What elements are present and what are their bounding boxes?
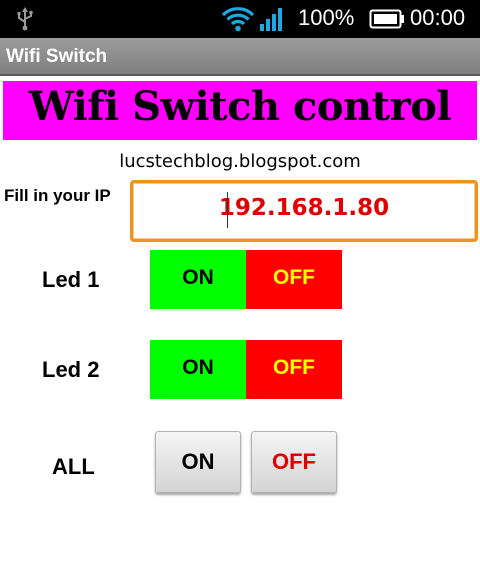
led2-label: Led 2 <box>42 357 100 382</box>
ip-field[interactable] <box>130 180 478 242</box>
ip-input[interactable] <box>133 183 475 239</box>
banner-text: Wifi Switch control <box>28 83 452 130</box>
usb-icon <box>17 7 33 31</box>
led2-off-button[interactable]: OFF <box>246 340 342 399</box>
battery-icon <box>369 9 404 29</box>
led1-on-button[interactable]: ON <box>150 250 246 309</box>
ip-label: Fill in your IP <box>4 186 111 205</box>
banner: Wifi Switch control <box>3 81 477 140</box>
led1-label: Led 1 <box>42 267 100 292</box>
app-title: Wifi Switch <box>6 46 108 67</box>
battery-percent: 100% <box>298 5 355 30</box>
all-on-button[interactable]: ON <box>155 431 241 493</box>
wifi-icon <box>222 7 254 32</box>
app-title-bar: Wifi Switch <box>0 38 480 76</box>
clock: 00:00 <box>410 5 466 30</box>
all-off-button[interactable]: OFF <box>251 431 337 493</box>
all-label: ALL <box>52 454 95 479</box>
status-bar: 100% 00:00 <box>0 0 480 38</box>
led1-off-button[interactable]: OFF <box>246 250 342 309</box>
text-caret <box>227 192 228 228</box>
led2-on-button[interactable]: ON <box>150 340 246 399</box>
blog-url: lucstechblog.blogspot.com <box>119 151 361 172</box>
signal-icon <box>260 8 282 31</box>
